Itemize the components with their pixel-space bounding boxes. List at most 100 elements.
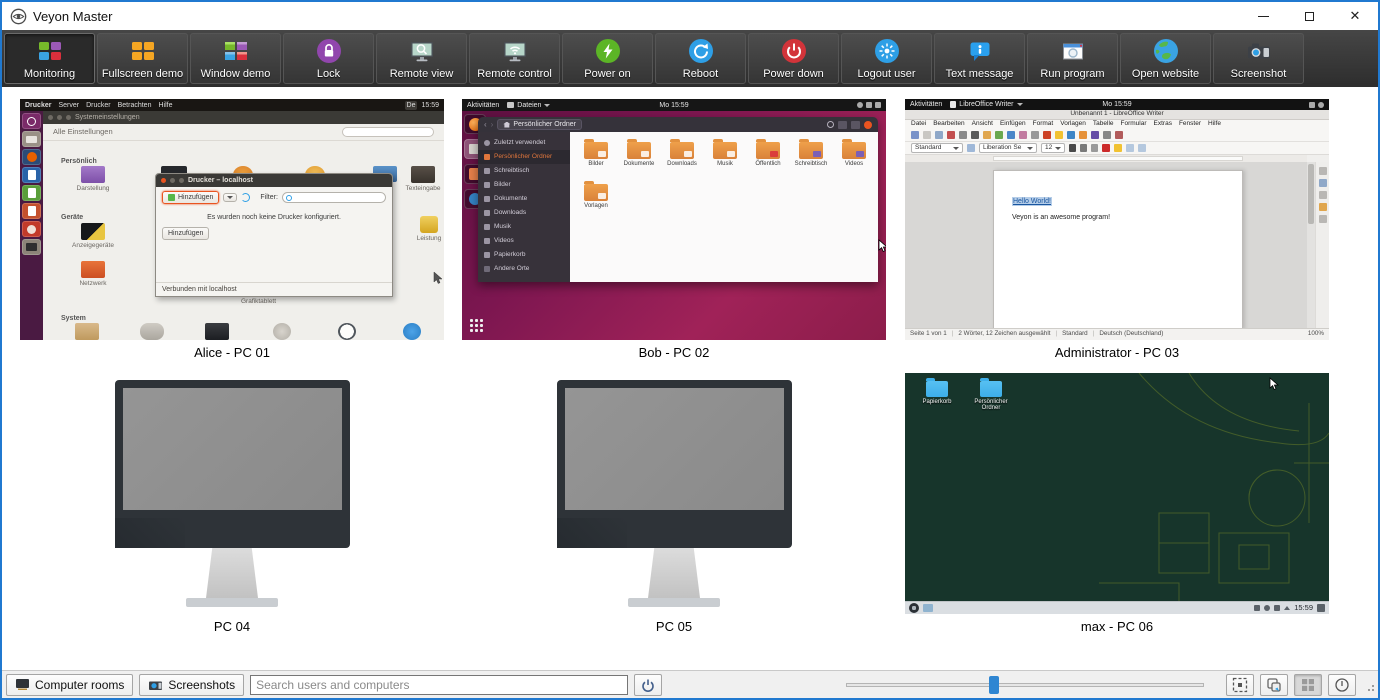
computer-label: PC 04 (20, 619, 444, 634)
computer-thumbnail-pc05[interactable] (462, 373, 886, 614)
menu-item: Ansicht (972, 121, 993, 128)
section-label: System (61, 315, 86, 322)
custom-arrangement-button[interactable] (1260, 674, 1288, 696)
downloads-icon (484, 210, 490, 216)
toolbar-button-power-down[interactable]: Power down (748, 33, 839, 84)
slider-handle[interactable] (989, 676, 999, 694)
folder-item: Bilder (576, 142, 616, 167)
writer-scrollbar (1307, 162, 1315, 328)
power-state-button[interactable] (1328, 674, 1356, 696)
settings-item: Benutzer (124, 323, 180, 340)
network-icon (81, 261, 105, 278)
toolbar-icon (1115, 131, 1123, 139)
files-icon (22, 131, 41, 147)
toolbar-icon (967, 144, 975, 152)
menu-icon (851, 121, 860, 129)
blueprint-wallpaper-pattern (1099, 373, 1329, 601)
document-text: Veyon is an awesome program! (1012, 214, 1242, 221)
remote-clock: 15:59 (421, 102, 439, 109)
toolbar-icon (1019, 131, 1027, 139)
close-button[interactable]: ✕ (1332, 2, 1378, 30)
chevron-up-icon (1284, 606, 1290, 610)
toolbar-button-fullscreen-demo[interactable]: Fullscreen demo (97, 33, 188, 84)
printers-dialog-toolbar: Hinzufügen Filter: (156, 187, 392, 208)
toolbar-button-window-demo[interactable]: Window demo (190, 33, 281, 84)
status-words: 2 Wörter, 12 Zeichen ausgewählt (958, 331, 1050, 337)
sidebar-item: Bilder (478, 178, 570, 192)
folder-item: Downloads (662, 142, 702, 167)
toolbar-button-open-website[interactable]: Open website (1120, 33, 1211, 84)
blue-sun-icon (872, 36, 902, 68)
toolbar-icon (971, 131, 979, 139)
list-icon (1138, 144, 1146, 152)
documents-icon (484, 196, 490, 202)
sidebar-item: Papierkorb (478, 248, 570, 262)
add-printer-button: Hinzufügen (162, 191, 219, 204)
blue-refresh-icon (686, 36, 716, 68)
details-icon (273, 323, 291, 340)
resize-grip[interactable] (1364, 679, 1374, 691)
panel-handle-icon (1317, 604, 1325, 612)
toolbar-button-remote-view[interactable]: Remote view (376, 33, 467, 84)
remote-app-name: Drucker (25, 102, 51, 109)
toolbar-button-monitoring[interactable]: Monitoring (4, 33, 95, 84)
toolbar-button-run-program[interactable]: Run program (1027, 33, 1118, 84)
menu-item: Hilfe (1208, 121, 1221, 128)
settings-item-network: Netzwerk (65, 261, 121, 288)
music-icon (484, 224, 490, 230)
toolbar-button-text-message[interactable]: Text message (934, 33, 1025, 84)
settings-item-textentry: Texteingabe (395, 166, 444, 193)
clock-icon (338, 323, 356, 340)
connection-status: Verbunden mit localhost (156, 282, 392, 296)
minimize-button[interactable] (1240, 2, 1286, 30)
recent-icon (484, 140, 490, 146)
sidebar-icon (1319, 167, 1327, 175)
toolbar-button-reboot[interactable]: Reboot (655, 33, 746, 84)
tray-icon (1274, 605, 1280, 611)
writer-sidebar (1315, 162, 1329, 328)
computer-thumbnail-pc04[interactable] (20, 373, 444, 614)
toolbar-button-logout-user[interactable]: Logout user (841, 33, 932, 84)
toolbar-icon (1007, 131, 1015, 139)
printer-icon (22, 239, 41, 255)
toolbar-button-remote-control[interactable]: Remote control (469, 33, 560, 84)
search-input[interactable] (250, 675, 628, 695)
align-grid-button[interactable] (1294, 674, 1322, 696)
toolbar-button-power-on[interactable]: Power on (562, 33, 653, 84)
computer-rooms-button[interactable]: Computer rooms (6, 674, 133, 696)
window-button-icon (179, 178, 184, 183)
computer-thumbnail-alice[interactable]: Drucker Server Drucker Betrachten Hilfe … (20, 99, 444, 340)
folder-item: Videos (834, 142, 874, 167)
tray-icon (1254, 605, 1260, 611)
chevron-down-icon (1055, 147, 1061, 150)
home-folder-icon (980, 381, 1002, 397)
powered-on-filter-button[interactable] (634, 674, 662, 696)
applications-icon (75, 323, 99, 340)
lock-icon (314, 36, 344, 68)
maximize-button[interactable] (1286, 2, 1332, 30)
tray-icon (875, 102, 881, 108)
screenshots-button[interactable]: Screenshots (139, 674, 244, 696)
computer-thumbnail-max[interactable]: Papierkorb Persönlicher Ordner 15:59 (905, 373, 1329, 614)
files-window: ‹ › Persönlicher Ordner (478, 117, 878, 282)
computer-monitoring-grid: Drucker Server Drucker Betrachten Hilfe … (2, 87, 1378, 670)
thumbnail-size-slider[interactable] (846, 676, 1204, 694)
pager-icon (923, 604, 933, 612)
show-applications-icon (470, 319, 483, 332)
toolbar-button-lock[interactable]: Lock (283, 33, 374, 84)
remote-menu-item: Hilfe (158, 102, 172, 109)
toolbar-button-screenshot[interactable]: Screenshot (1213, 33, 1304, 84)
orange-grid-icon (128, 36, 158, 68)
toolbar-icon (995, 131, 1003, 139)
folder-icon (670, 142, 694, 159)
auto-adjust-button[interactable] (1226, 674, 1254, 696)
menu-item: Vorlagen (1060, 121, 1086, 128)
sidebar-icon (1319, 191, 1327, 199)
computer-thumbnail-bob[interactable]: Aktivitäten Dateien Mo 15:59 ‹ › (462, 99, 886, 340)
toolbar-icon (911, 131, 919, 139)
computer-thumbnail-admin[interactable]: Aktivitäten LibreOffice Writer Mo 15:59 … (905, 99, 1329, 340)
menu-item: Fenster (1179, 121, 1201, 128)
document-selected-text: Hello World! (1012, 197, 1052, 206)
settings-item: Informationen (254, 323, 310, 340)
maximize-icon (1305, 12, 1314, 21)
